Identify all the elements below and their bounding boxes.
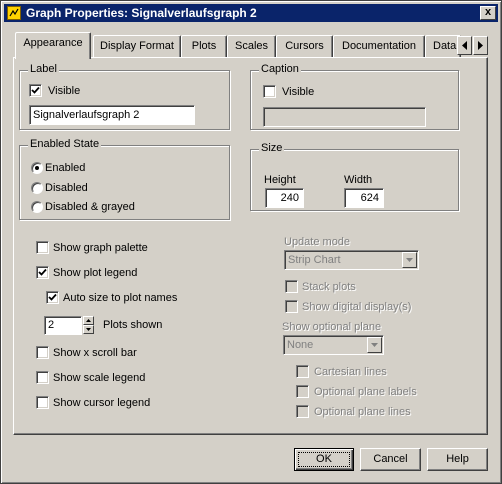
dropdown-arrow xyxy=(367,337,382,353)
graph-properties-dialog: Graph Properties: Signalverlaufsgraph 2 … xyxy=(0,0,502,484)
cartesian-lines-label: Cartesian lines xyxy=(314,366,387,378)
arrow-down-icon xyxy=(86,328,91,331)
appearance-panel: Label Visible Signalverlaufsgraph 2 Capt… xyxy=(13,57,488,435)
show-cursor-legend-checkbox[interactable] xyxy=(36,396,49,409)
update-mode-value: Strip Chart xyxy=(288,254,341,266)
cancel-button[interactable]: Cancel xyxy=(360,448,421,471)
arrow-left-icon xyxy=(462,41,467,50)
caption-text-field[interactable] xyxy=(263,107,426,127)
dropdown-arrow xyxy=(402,252,417,268)
show-plot-legend-label: Show plot legend xyxy=(53,267,138,279)
checkmark-icon xyxy=(48,293,57,301)
label-group: Label Visible Signalverlaufsgraph 2 xyxy=(19,63,230,130)
show-graph-palette-label: Show graph palette xyxy=(53,242,148,254)
tab-scales[interactable]: Scales xyxy=(227,35,276,57)
radio-enabled[interactable] xyxy=(31,162,43,174)
tab-label: Cursors xyxy=(285,40,324,52)
label-visible-checkbox[interactable] xyxy=(29,84,42,97)
optional-plane-value: None xyxy=(287,339,314,351)
close-button[interactable]: x xyxy=(480,6,496,20)
tab-scroll-left-button[interactable] xyxy=(457,36,472,55)
tab-label: Plots xyxy=(191,40,217,52)
plane-lines-checkbox[interactable] xyxy=(296,405,309,418)
label-visible-label: Visible xyxy=(48,85,81,97)
label-group-title: Label xyxy=(28,63,59,75)
update-mode-label: Update mode xyxy=(284,236,351,248)
tab-label: Display Format xyxy=(100,40,174,52)
show-scale-legend-checkbox[interactable] xyxy=(36,371,49,384)
checkmark-icon xyxy=(38,268,47,276)
ok-button[interactable]: OK xyxy=(294,448,354,471)
tab-data[interactable]: Data xyxy=(425,35,461,57)
window-title: Graph Properties: Signalverlaufsgraph 2 xyxy=(26,6,257,20)
tab-label: Scales xyxy=(234,40,269,52)
plots-shown-label: Plots shown xyxy=(103,319,163,331)
show-digital-display-label: Show digital display(s) xyxy=(302,301,412,313)
radio-disabled[interactable] xyxy=(31,182,43,194)
cartesian-lines-checkbox[interactable] xyxy=(296,365,309,378)
show-plot-legend-checkbox[interactable] xyxy=(36,266,49,279)
caption-group-title: Caption xyxy=(259,63,301,75)
height-input[interactable]: 240 xyxy=(265,188,304,208)
caption-group: Caption Visible xyxy=(250,63,459,130)
auto-size-checkbox[interactable] xyxy=(46,291,59,304)
plots-shown-decrement[interactable] xyxy=(83,325,94,334)
tab-documentation[interactable]: Documentation xyxy=(333,35,425,57)
width-input[interactable]: 624 xyxy=(344,188,384,208)
tab-appearance[interactable]: Appearance xyxy=(15,32,91,59)
show-cursor-legend-label: Show cursor legend xyxy=(53,397,151,409)
arrow-up-icon xyxy=(86,319,91,322)
radio-disabled-label: Disabled xyxy=(45,182,88,194)
caption-visible-label: Visible xyxy=(282,86,315,98)
enabled-state-title: Enabled State xyxy=(28,138,102,150)
radio-disabled-grayed[interactable] xyxy=(31,201,43,213)
tab-plots[interactable]: Plots xyxy=(181,35,227,57)
show-x-scroll-label: Show x scroll bar xyxy=(53,347,137,359)
stack-plots-label: Stack plots xyxy=(302,281,356,293)
tab-cursors[interactable]: Cursors xyxy=(276,35,333,57)
enabled-state-group: Enabled State Enabled Disabled Disabled … xyxy=(19,138,230,220)
size-group-title: Size xyxy=(259,142,285,154)
caption-visible-checkbox[interactable] xyxy=(263,85,276,98)
tab-scroll-right-button[interactable] xyxy=(473,36,488,55)
close-icon: x xyxy=(484,6,492,18)
tab-label: Documentation xyxy=(342,40,416,52)
update-mode-dropdown[interactable]: Strip Chart xyxy=(284,250,419,270)
plane-labels-checkbox[interactable] xyxy=(296,385,309,398)
cancel-button-label: Cancel xyxy=(373,453,408,465)
tab-label: Data xyxy=(433,40,457,52)
checkmark-icon xyxy=(31,86,40,94)
title-bar[interactable]: Graph Properties: Signalverlaufsgraph 2 … xyxy=(4,4,498,22)
plane-labels-label: Optional plane labels xyxy=(314,386,417,398)
plots-shown-input[interactable]: 2 xyxy=(44,316,82,335)
auto-size-label: Auto size to plot names xyxy=(63,292,178,304)
stack-plots-checkbox[interactable] xyxy=(285,280,298,293)
chevron-down-icon xyxy=(406,258,413,262)
size-group: Size Height 240 Width 624 xyxy=(250,142,459,211)
chevron-down-icon xyxy=(371,343,378,347)
tab-display-format[interactable]: Display Format xyxy=(93,35,181,57)
show-x-scroll-checkbox[interactable] xyxy=(36,346,49,359)
plane-lines-label: Optional plane lines xyxy=(314,406,411,418)
radio-selected-dot xyxy=(35,166,39,170)
height-label: Height xyxy=(264,174,296,186)
optional-plane-dropdown[interactable]: None xyxy=(283,335,384,355)
help-button-label: Help xyxy=(446,453,469,465)
show-scale-legend-label: Show scale legend xyxy=(53,372,146,384)
width-label: Width xyxy=(344,174,373,186)
radio-enabled-label: Enabled xyxy=(45,162,86,174)
labview-app-icon xyxy=(7,6,21,20)
help-button[interactable]: Help xyxy=(427,448,488,471)
show-digital-display-checkbox[interactable] xyxy=(285,300,298,313)
show-graph-palette-checkbox[interactable] xyxy=(36,241,49,254)
arrow-right-icon xyxy=(478,41,483,50)
label-text-field[interactable]: Signalverlaufsgraph 2 xyxy=(29,105,195,125)
ok-button-label: OK xyxy=(316,453,332,465)
tab-label: Appearance xyxy=(23,37,83,49)
plots-shown-increment[interactable] xyxy=(83,316,94,325)
radio-disabled-grayed-label: Disabled & grayed xyxy=(45,201,135,213)
optional-plane-label: Show optional plane xyxy=(282,321,382,333)
